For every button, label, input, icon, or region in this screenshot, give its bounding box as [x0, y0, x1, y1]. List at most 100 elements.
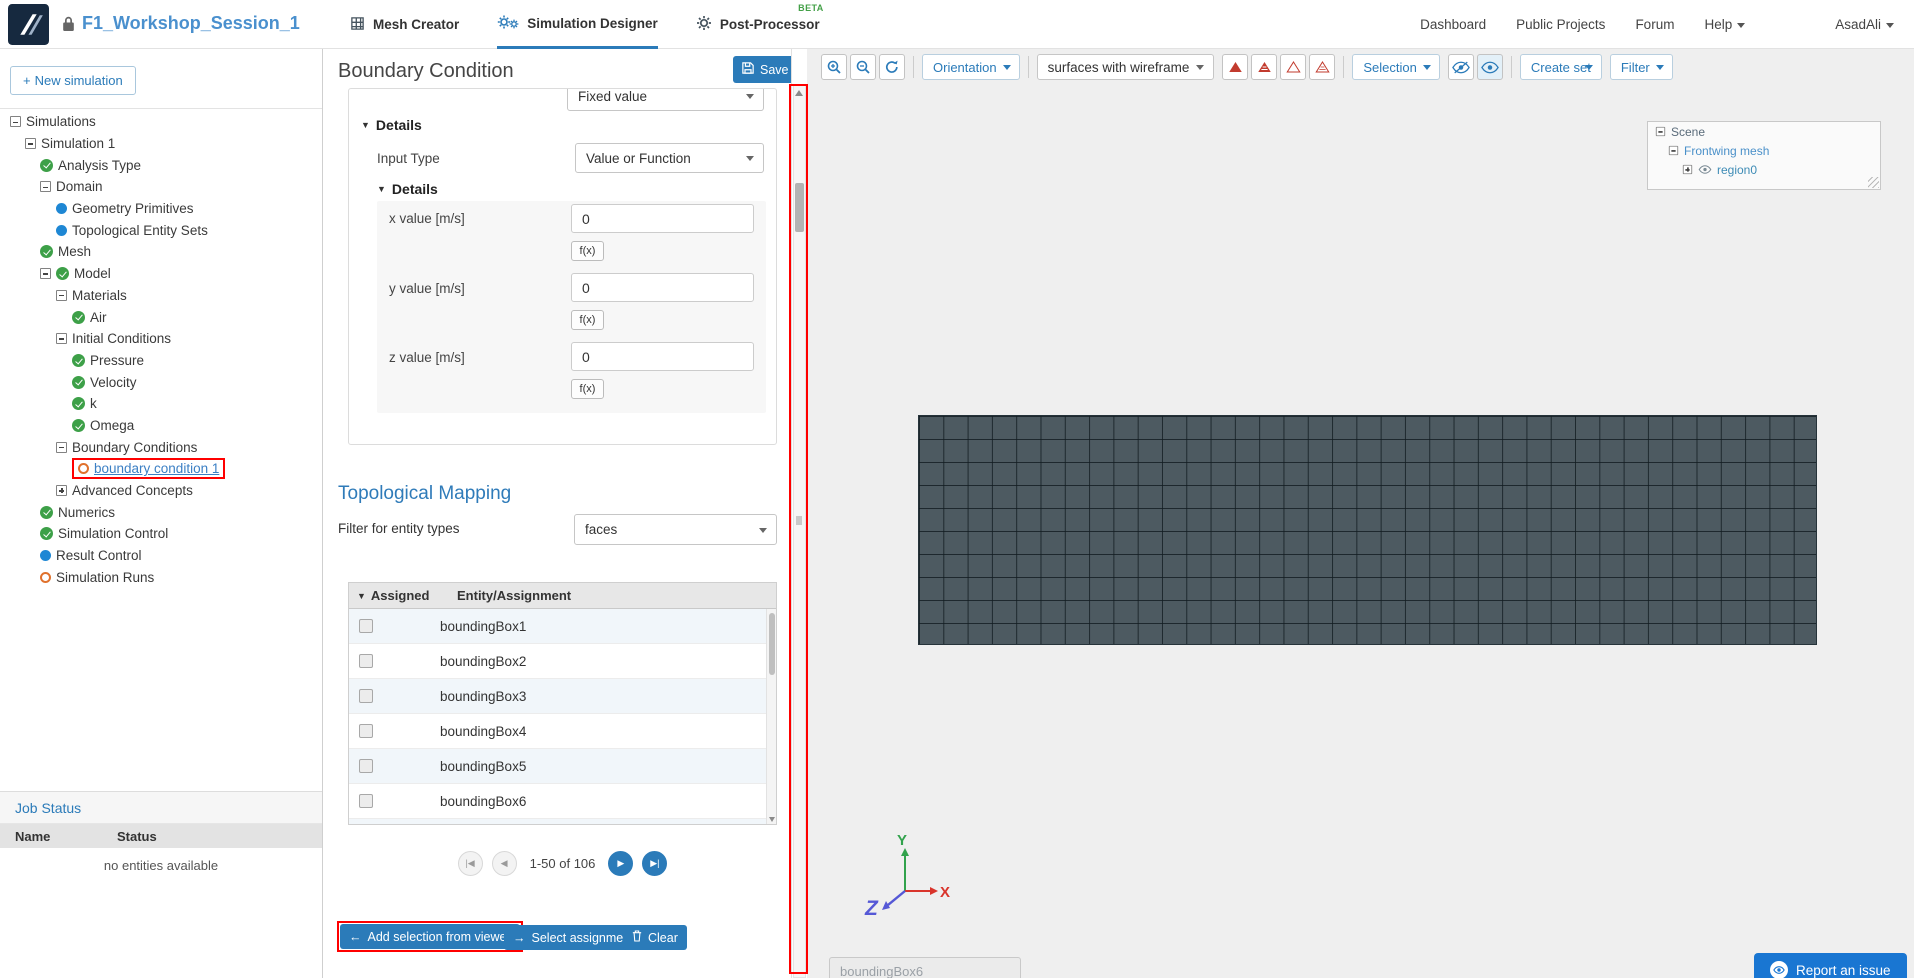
filter-dropdown[interactable]: Filter: [1609, 54, 1673, 80]
selection-dropdown[interactable]: Selection: [1352, 54, 1440, 80]
row-checkbox[interactable]: [359, 759, 373, 773]
tab-simulation-designer[interactable]: Simulation Designer: [497, 0, 658, 49]
triangle-striped-icon[interactable]: [1251, 54, 1278, 80]
create-set-button[interactable]: Create set: [1519, 54, 1602, 80]
clear-button[interactable]: Clear: [623, 925, 687, 950]
hide-icon[interactable]: [1447, 54, 1474, 80]
tree-item-analysis-type[interactable]: Analysis Type: [0, 154, 322, 176]
render-mode-select[interactable]: surfaces with wireframe: [1036, 54, 1215, 80]
tree-item-mesh[interactable]: Mesh: [0, 241, 322, 263]
tab-mesh-creator[interactable]: Mesh Creator: [350, 0, 459, 49]
simscale-logo[interactable]: [8, 4, 49, 50]
tree-item-boundary-condition-1[interactable]: boundary condition 1: [0, 458, 322, 480]
orientation-dropdown[interactable]: Orientation: [922, 54, 1020, 80]
tree-item-geometry-primitives[interactable]: Geometry Primitives: [0, 198, 322, 220]
panel-scrollbar[interactable]: [791, 49, 807, 978]
z-value-input[interactable]: [571, 342, 754, 371]
y-function-button[interactable]: f(x): [571, 310, 604, 330]
velocity-type-select[interactable]: Fixed value: [567, 89, 764, 111]
new-simulation-button[interactable]: + New simulation: [10, 66, 136, 95]
tab-post-processor[interactable]: BETA Post-Processor: [696, 0, 823, 49]
last-page-button[interactable]: ▶|: [642, 851, 668, 876]
tree-item-result-control[interactable]: Result Control: [0, 545, 322, 567]
y-value-input[interactable]: [571, 273, 754, 302]
tree-item-boundary-conditions[interactable]: Boundary Conditions: [0, 436, 322, 458]
tree-item-numerics[interactable]: Numerics: [0, 501, 322, 523]
details-toggle[interactable]: ▼ Details: [361, 117, 422, 133]
tree-item-simulation-1[interactable]: Simulation 1: [0, 133, 322, 155]
table-scrollbar-thumb[interactable]: [768, 613, 775, 675]
expand-icon[interactable]: [1682, 164, 1693, 175]
tree-item-topological-entity-sets[interactable]: Topological Entity Sets: [0, 219, 322, 241]
scene-tree-root[interactable]: Scene: [1648, 122, 1880, 141]
triangle-outline-striped-icon[interactable]: [1309, 54, 1336, 80]
scene-tree-mesh[interactable]: Frontwing mesh: [1648, 141, 1880, 160]
tree-item-advanced-concepts[interactable]: Advanced Concepts: [0, 480, 322, 502]
tree-item-initial-conditions[interactable]: Initial Conditions: [0, 328, 322, 350]
row-checkbox[interactable]: [359, 654, 373, 668]
viewer-3d[interactable]: Orientation surfaces with wireframe Sele…: [807, 49, 1914, 978]
row-checkbox[interactable]: [359, 689, 373, 703]
scroll-down-icon[interactable]: [768, 817, 775, 822]
collapse-icon[interactable]: [40, 181, 51, 193]
resize-handle[interactable]: [1868, 177, 1879, 188]
tree-item-air[interactable]: Air: [0, 306, 322, 328]
triangle-solid-icon[interactable]: [1222, 54, 1249, 80]
tree-item-simulation-control[interactable]: Simulation Control: [0, 523, 322, 545]
tree-item-pressure[interactable]: Pressure: [0, 350, 322, 372]
show-icon[interactable]: [1476, 54, 1503, 80]
collapse-icon[interactable]: [56, 289, 67, 301]
x-function-button[interactable]: f(x): [571, 241, 604, 261]
nav-forum[interactable]: Forum: [1635, 17, 1674, 32]
collapse-icon[interactable]: [56, 333, 67, 345]
scrollbar-thumb[interactable]: [794, 183, 804, 232]
table-row[interactable]: boundingBox2: [349, 644, 776, 679]
entity-filter-select[interactable]: faces: [574, 514, 777, 545]
z-function-button[interactable]: f(x): [571, 379, 604, 399]
collapse-icon[interactable]: [10, 116, 21, 128]
collapse-icon[interactable]: [1668, 145, 1679, 156]
collapse-icon[interactable]: [25, 138, 36, 150]
table-row[interactable]: boundingBox1: [349, 609, 776, 644]
table-row[interactable]: boundingBox5: [349, 749, 776, 784]
tree-item-k[interactable]: k: [0, 393, 322, 415]
next-page-button[interactable]: ▶: [608, 851, 634, 876]
add-selection-from-viewer-button[interactable]: ← Add selection from viewer: [340, 924, 520, 949]
tree-item-simulation-runs[interactable]: Simulation Runs: [0, 566, 322, 588]
row-checkbox[interactable]: [359, 724, 373, 738]
nav-public-projects[interactable]: Public Projects: [1516, 17, 1605, 32]
row-checkbox[interactable]: [359, 619, 373, 633]
tree-item-domain[interactable]: Domain: [0, 176, 322, 198]
x-value-input[interactable]: [571, 204, 754, 233]
zoom-in-button[interactable]: [821, 54, 847, 80]
scroll-up-icon[interactable]: [795, 90, 803, 96]
table-scrollbar[interactable]: [766, 609, 776, 824]
reset-view-button[interactable]: [879, 54, 905, 80]
first-page-button[interactable]: |◀: [457, 851, 483, 876]
tree-item-velocity[interactable]: Velocity: [0, 371, 322, 393]
nav-dashboard[interactable]: Dashboard: [1420, 17, 1486, 32]
collapse-icon[interactable]: [56, 441, 67, 453]
save-button[interactable]: Save: [733, 56, 798, 83]
scene-tree-region[interactable]: region0: [1648, 160, 1880, 179]
select-assignment-button[interactable]: → Select assignment: [504, 925, 643, 950]
eye-icon[interactable]: [1698, 163, 1712, 177]
tree-item-model[interactable]: Model: [0, 263, 322, 285]
table-row-partial[interactable]: [349, 819, 776, 824]
assigned-header[interactable]: ▼ Assigned: [349, 588, 457, 603]
input-type-select[interactable]: Value or Function: [575, 143, 764, 173]
table-row[interactable]: boundingBox6: [349, 784, 776, 819]
previous-page-button[interactable]: ◀: [491, 851, 517, 876]
tree-item-simulations[interactable]: Simulations: [0, 111, 322, 133]
frontwing-mesh-model[interactable]: [918, 415, 1817, 645]
expand-icon[interactable]: [56, 485, 67, 497]
tree-item-omega[interactable]: Omega: [0, 415, 322, 437]
table-row[interactable]: boundingBox3: [349, 679, 776, 714]
table-row[interactable]: boundingBox4: [349, 714, 776, 749]
report-an-issue-button[interactable]: Report an issue: [1754, 953, 1907, 978]
nav-help-menu[interactable]: Help: [1704, 17, 1746, 32]
zoom-fit-button[interactable]: [850, 54, 876, 80]
tree-item-materials[interactable]: Materials: [0, 285, 322, 307]
details-toggle-nested[interactable]: ▼ Details: [377, 181, 438, 197]
row-checkbox[interactable]: [359, 794, 373, 808]
